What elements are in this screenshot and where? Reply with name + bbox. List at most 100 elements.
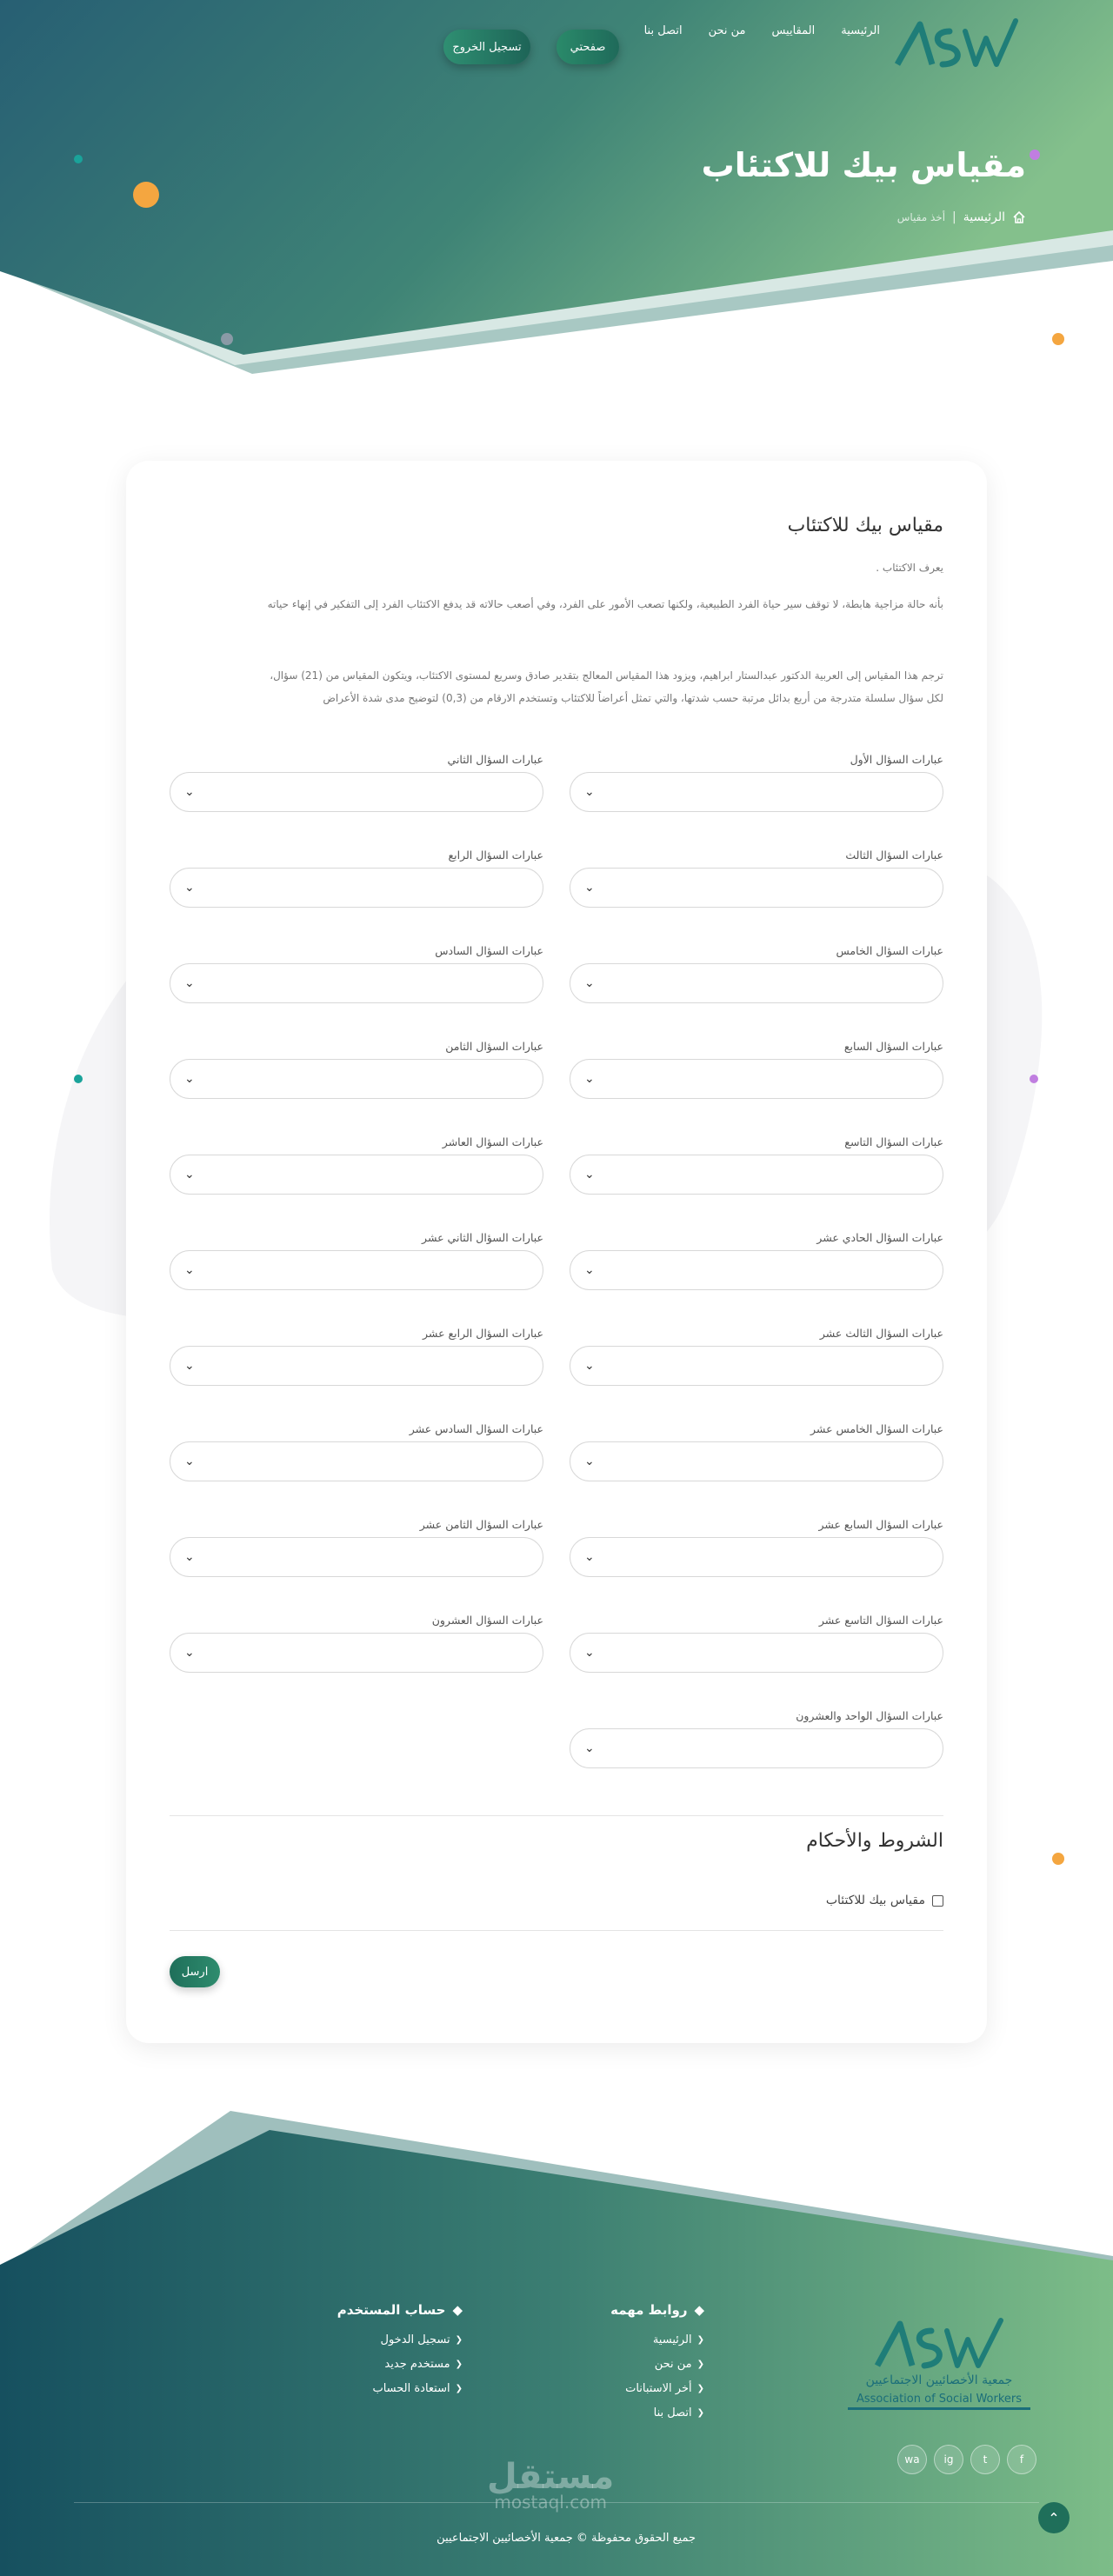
submit-button[interactable]: ارسل [170, 1956, 220, 1987]
page-title: مقياس بيك للاكتئاب [701, 146, 1026, 184]
intro-translation: ترجم هذا المقياس إلى العربية الدكتور عبد… [270, 669, 943, 682]
question-select[interactable]: ⌄ [170, 868, 543, 908]
decor-dot [1030, 1075, 1038, 1083]
question-label: عبارات السؤال الخامس عشر [810, 1422, 943, 1435]
decor-dot [74, 1075, 83, 1083]
logout-button[interactable]: تسجيل الخروج [443, 30, 530, 64]
question-select[interactable]: ⌄ [170, 1346, 543, 1386]
decor-dot [133, 182, 159, 208]
question-label: عبارات السؤال السادس [435, 944, 543, 957]
footer-link-label[interactable]: من نحن [655, 2358, 692, 2371]
chevron-down-icon: ⌄ [184, 1454, 195, 1468]
question-select[interactable]: ⌄ [570, 1155, 943, 1195]
footer-link-label[interactable]: مستخدم جديد [384, 2358, 450, 2371]
terms-title: الشروط والأحكام [806, 1830, 943, 1852]
question-label: عبارات السؤال الثامن [445, 1040, 543, 1053]
question-select[interactable]: ⌄ [170, 1059, 543, 1099]
question-label: عبارات السؤال الرابع [448, 849, 544, 862]
chevron-down-icon: ⌄ [184, 1550, 195, 1564]
question-label: عبارات السؤال السابع [843, 1040, 943, 1053]
question-label: عبارات السؤال الواحد والعشرون [796, 1709, 943, 1722]
breadcrumb-home[interactable]: الرئيسية [963, 210, 1005, 224]
terms-checkbox-row[interactable]: مقياس بيك للاكتئاب [826, 1894, 943, 1907]
chevron-down-icon: ⌄ [584, 1168, 595, 1181]
section-divider [170, 1815, 943, 1816]
social-links: f t ig wa [897, 2445, 1036, 2474]
twitter-icon[interactable]: t [970, 2445, 1000, 2474]
chevron-down-icon: ⌄ [184, 881, 195, 895]
chevron-down-icon: ⌄ [184, 1359, 195, 1373]
nav-contact-link[interactable]: اتصل بنا [644, 24, 683, 37]
whatsapp-icon[interactable]: wa [897, 2445, 927, 2474]
footer-link-recover[interactable]: ❮ استعادة الحساب [337, 2382, 463, 2395]
question-select[interactable]: ⌄ [570, 1346, 943, 1386]
scale-form-card: مقياس بيك للاكتئاب يعرف الاكتئاب . بأنه … [126, 461, 987, 2043]
chevron-down-icon: ⌄ [184, 1263, 195, 1277]
question-select[interactable]: ⌄ [170, 1633, 543, 1673]
chevron-left-icon: ❮ [696, 2408, 704, 2418]
footer-link-register[interactable]: ❮ مستخدم جديد [337, 2358, 463, 2371]
question-select[interactable]: ⌄ [570, 1059, 943, 1099]
question-select[interactable]: ⌄ [570, 1728, 943, 1768]
question-label: عبارات السؤال الأول [850, 753, 943, 766]
instagram-icon[interactable]: ig [934, 2445, 963, 2474]
question-label: عبارات السؤال السابع عشر [818, 1518, 943, 1531]
question-select[interactable]: ⌄ [570, 772, 943, 812]
terms-checkbox[interactable] [932, 1894, 943, 1907]
decor-dot [221, 333, 233, 345]
question-label: عبارات السؤال الثامن عشر [419, 1518, 543, 1531]
question-select[interactable]: ⌄ [170, 772, 543, 812]
question-select[interactable]: ⌄ [570, 1250, 943, 1290]
footer-link-latest-surveys[interactable]: ❮ أخر الاستبانات [610, 2382, 704, 2395]
intro-definition: يعرف الاكتئاب . [876, 562, 943, 574]
chevron-left-icon: ❮ [696, 2335, 704, 2345]
question-select[interactable]: ⌄ [170, 1441, 543, 1481]
question-label: عبارات السؤال التاسع [844, 1135, 943, 1148]
nav-scales-link[interactable]: المقاييس [771, 24, 815, 37]
facebook-icon[interactable]: f [1007, 2445, 1036, 2474]
question-select[interactable]: ⌄ [570, 1537, 943, 1577]
intro-description: بأنه حالة مزاجية هابطة، لا توقف سير حياة… [267, 598, 943, 610]
chevron-down-icon: ⌄ [184, 976, 195, 990]
question-select[interactable]: ⌄ [170, 963, 543, 1003]
footer-link-label[interactable]: الرئيسية [653, 2333, 692, 2346]
question-label: عبارات السؤال العشرون [431, 1614, 543, 1627]
nav-about-link[interactable]: من نحن [709, 24, 746, 37]
footer-divider [74, 2502, 1039, 2503]
question-select[interactable]: ⌄ [570, 868, 943, 908]
top-navbar: الرئيسية المقاييس من نحن اتصل بنا صفحتي … [0, 12, 1113, 68]
footer-link-home[interactable]: ❮ الرئيسية [610, 2333, 704, 2346]
my-page-button[interactable]: صفحتي [556, 30, 619, 64]
asw-logo[interactable] [889, 16, 1019, 73]
question-label: عبارات السؤال الحادي عشر [816, 1231, 943, 1244]
nav-home-link[interactable]: الرئيسية [841, 24, 880, 37]
question-select[interactable]: ⌄ [570, 1441, 943, 1481]
footer-link-login[interactable]: ❮ تسجيل الدخول [337, 2333, 463, 2346]
footer-link-contact[interactable]: ❮ اتصل بنا [610, 2406, 704, 2420]
question-label: عبارات السؤال السادس عشر [409, 1422, 543, 1435]
footer-link-label[interactable]: اتصل بنا [654, 2406, 692, 2420]
question-select[interactable]: ⌄ [170, 1250, 543, 1290]
question-select[interactable]: ⌄ [570, 963, 943, 1003]
section-divider [170, 1930, 943, 1931]
footer-link-about[interactable]: ❮ من نحن [610, 2358, 704, 2371]
footer-links-title: روابط مهمه [610, 2302, 688, 2318]
question-select[interactable]: ⌄ [570, 1633, 943, 1673]
question-label: عبارات السؤال الثاني [447, 753, 543, 766]
question-label: عبارات السؤال الثالث [845, 849, 943, 862]
footer-link-label[interactable]: تسجيل الدخول [381, 2333, 450, 2346]
question-label: عبارات السؤال الثاني عشر [422, 1231, 543, 1244]
footer-org-name-ar: جمعية الأخصائيين الاجتماعيين [865, 2373, 1013, 2387]
terms-checkbox-label[interactable]: مقياس بيك للاكتئاب [826, 1894, 925, 1907]
footer-link-label[interactable]: أخر الاستبانات [625, 2382, 692, 2395]
footer-account-heading: ◆ حساب المستخدم [337, 2302, 463, 2318]
footer-org-name-en: Association of Social Workers [848, 2393, 1030, 2410]
question-select[interactable]: ⌄ [170, 1155, 543, 1195]
footer-links-heading: ◆ روابط مهمه [610, 2302, 704, 2318]
breadcrumb-separator: | [952, 210, 956, 224]
footer-account-links: ◆ حساب المستخدم ❮ تسجيل الدخول ❮ مستخدم جد… [337, 2302, 463, 2406]
question-label: عبارات السؤال التاسع عشر [818, 1614, 943, 1627]
footer-link-label[interactable]: استعادة الحساب [372, 2382, 450, 2395]
scroll-to-top-button[interactable]: ⌃ [1038, 2502, 1070, 2533]
question-select[interactable]: ⌄ [170, 1537, 543, 1577]
